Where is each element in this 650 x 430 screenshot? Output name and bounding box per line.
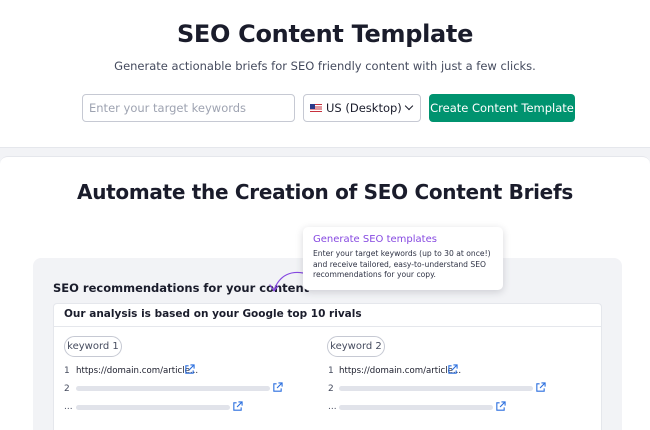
- keyword-chip: keyword 1: [64, 336, 122, 357]
- row-number: 1: [328, 366, 334, 376]
- keyword-chip: keyword 2: [327, 336, 385, 357]
- rivals-card-title: Our analysis is based on your Google top…: [64, 308, 362, 320]
- row-number: 2: [328, 384, 334, 394]
- external-link-icon[interactable]: [272, 382, 283, 393]
- create-content-template-button[interactable]: Create Content Template: [429, 94, 575, 122]
- placeholder-bar: [76, 405, 230, 410]
- external-link-icon[interactable]: [447, 364, 458, 375]
- tooltip-card: Generate SEO templates Enter your target…: [303, 227, 503, 290]
- curved-arrow-icon: [269, 271, 304, 292]
- external-link-icon[interactable]: [184, 364, 195, 375]
- placeholder-bar: [76, 386, 270, 391]
- external-link-icon[interactable]: [495, 401, 506, 412]
- database-select[interactable]: US (Desktop): [303, 94, 421, 122]
- row-number: ...: [64, 402, 73, 412]
- divider: [53, 326, 602, 327]
- row-number: 2: [64, 384, 70, 394]
- row-number: 1: [64, 366, 70, 376]
- result-url: https://domain.com/article...: [339, 366, 462, 376]
- tooltip-title: Generate SEO templates: [313, 234, 437, 245]
- section-title: Automate the Creation of SEO Content Bri…: [77, 180, 573, 204]
- placeholder-bar: [339, 386, 533, 391]
- keyword-input[interactable]: [82, 94, 295, 122]
- placeholder-bar: [339, 405, 493, 410]
- chevron-down-icon: [404, 101, 414, 111]
- us-flag-icon: [310, 104, 322, 112]
- page-title: SEO Content Template: [176, 20, 474, 48]
- database-select-value: US (Desktop): [326, 101, 402, 115]
- external-link-icon[interactable]: [535, 382, 546, 393]
- row-number: ...: [328, 402, 337, 412]
- result-url: https://domain.com/article...: [76, 366, 199, 376]
- page-subtitle: Generate actionable briefs for SEO frien…: [114, 59, 536, 73]
- tooltip-body: Enter your target keywords (up to 30 at …: [313, 249, 491, 279]
- external-link-icon[interactable]: [232, 401, 243, 412]
